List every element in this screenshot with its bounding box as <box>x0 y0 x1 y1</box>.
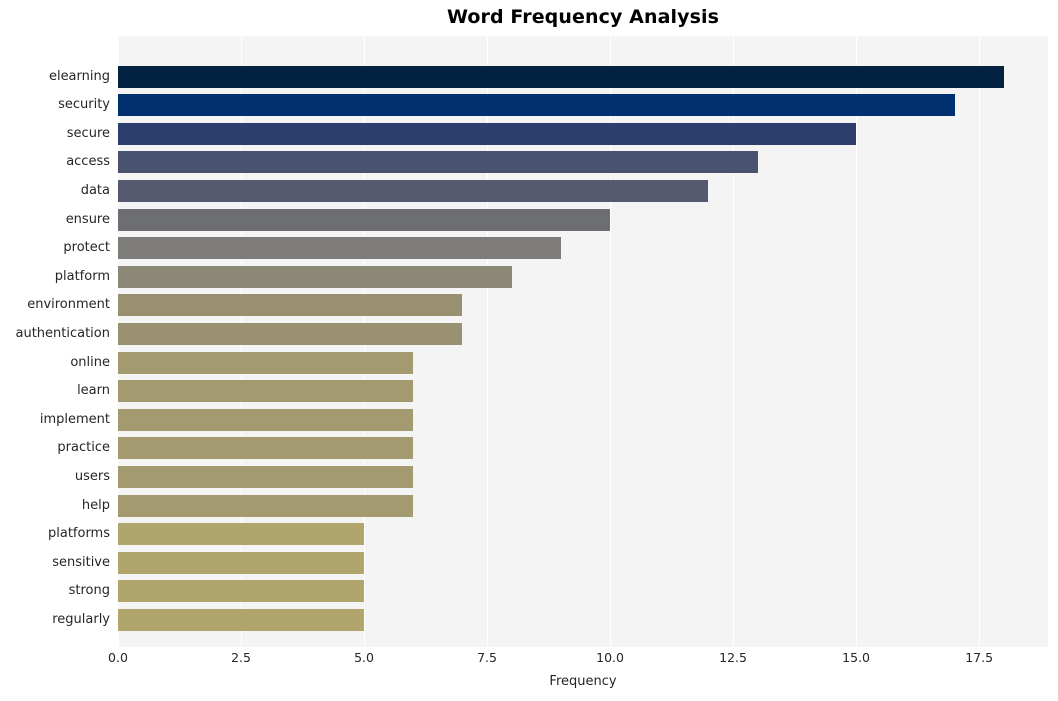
y-tick-label-environment: environment <box>27 297 110 313</box>
y-tick-label-elearning: elearning <box>48 68 110 84</box>
bar-authentication[interactable] <box>118 322 463 345</box>
y-tick-label-strong: strong <box>68 583 110 599</box>
y-tick-label-implement: implement <box>39 411 110 427</box>
bar-strong[interactable] <box>118 580 365 603</box>
x-tick-label-10.0: 10.0 <box>596 650 624 665</box>
bar-online[interactable] <box>118 351 414 374</box>
x-axis-label: Frequency <box>549 674 617 689</box>
y-tick-label-regularly: regularly <box>52 611 110 627</box>
x-tick-label-12.5: 12.5 <box>719 650 747 665</box>
bar-learn[interactable] <box>118 380 414 403</box>
y-tick-label-online: online <box>70 354 110 370</box>
bar-regularly[interactable] <box>118 608 365 631</box>
x-tick-label-17.5: 17.5 <box>965 650 994 665</box>
y-tick-label-platforms: platforms <box>47 526 110 542</box>
x-tick-label-5.0: 5.0 <box>354 650 374 665</box>
bar-protect[interactable] <box>118 237 561 260</box>
bar-secure[interactable] <box>118 122 857 145</box>
y-tick-label-platform: platform <box>54 268 110 284</box>
y-tick-label-practice: practice <box>57 440 110 456</box>
x-tick-label-0.0: 0.0 <box>108 650 128 665</box>
y-tick-label-sensitive: sensitive <box>52 554 110 570</box>
word-frequency-chart-figure: Word Frequency Analysis elearning securit… <box>0 0 1058 701</box>
bar-security[interactable] <box>118 94 955 117</box>
x-tick-label-7.5: 7.5 <box>477 650 497 665</box>
bar-platforms[interactable] <box>118 523 365 546</box>
bar-practice[interactable] <box>118 437 414 460</box>
y-tick-label-protect: protect <box>63 240 110 256</box>
y-tick-label-ensure: ensure <box>65 211 110 227</box>
bars-container <box>118 36 1048 647</box>
y-tick-label-secure: secure <box>66 125 110 141</box>
bar-data[interactable] <box>118 179 709 202</box>
x-tick-label-15.0: 15.0 <box>842 650 871 665</box>
bar-ensure[interactable] <box>118 208 611 231</box>
bar-help[interactable] <box>118 494 414 517</box>
y-tick-label-authentication: authentication <box>15 325 110 341</box>
bar-implement[interactable] <box>118 408 414 431</box>
y-tick-label-users: users <box>74 468 110 484</box>
bar-platform[interactable] <box>118 265 512 288</box>
bar-users[interactable] <box>118 465 414 488</box>
bar-sensitive[interactable] <box>118 551 365 574</box>
y-tick-label-access: access <box>66 154 110 170</box>
y-axis-tick-labels: elearning security secure access data ensure p… <box>0 36 110 647</box>
y-tick-label-help: help <box>81 497 110 513</box>
y-tick-label-security: security <box>58 97 110 113</box>
y-tick-label-data: data <box>80 182 110 198</box>
y-tick-label-learn: learn <box>77 383 110 399</box>
x-axis-tick-labels: 0.0 2.5 5.0 7.5 10.0 12.5 15.0 17.5 <box>0 650 1058 670</box>
bar-access[interactable] <box>118 151 758 174</box>
bar-elearning[interactable] <box>118 65 1004 88</box>
x-tick-label-2.5: 2.5 <box>231 650 251 665</box>
bar-environment[interactable] <box>118 294 463 317</box>
plot-area <box>118 36 1048 647</box>
chart-title: Word Frequency Analysis <box>446 6 720 28</box>
